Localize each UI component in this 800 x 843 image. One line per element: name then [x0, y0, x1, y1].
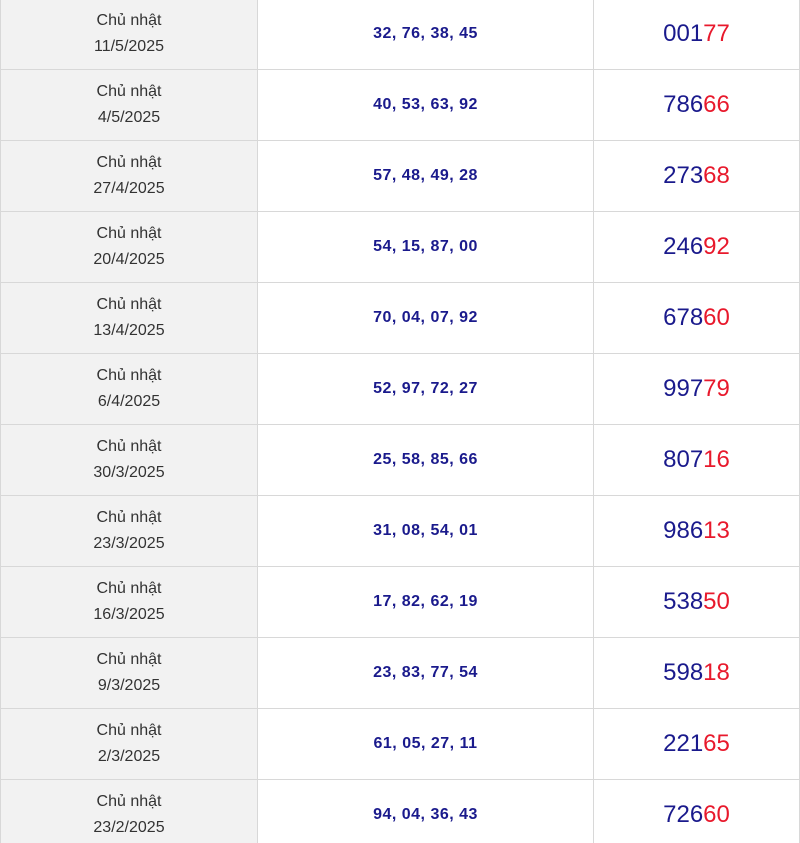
special-prize-head: 001 — [663, 20, 704, 47]
draw-date: 4/5/2025 — [97, 109, 161, 126]
table-row: Chủ nhật 20/4/2025 54, 15, 87, 00 24692 — [0, 211, 800, 283]
date-cell: Chủ nhật 9/3/2025 — [0, 637, 258, 709]
special-prize-tail: 66 — [703, 91, 730, 118]
draw-date: 9/3/2025 — [97, 677, 161, 694]
special-prize-cell: 24692 — [593, 211, 800, 283]
table-row: Chủ nhật 6/4/2025 52, 97, 72, 27 99779 — [0, 353, 800, 425]
special-prize-head: 986 — [663, 517, 704, 544]
special-prize-tail: 79 — [703, 375, 730, 402]
special-prize-cell: 98613 — [593, 495, 800, 567]
special-prize-head: 246 — [663, 233, 704, 260]
special-prize-cell: 27368 — [593, 140, 800, 212]
weekday-label: Chủ nhật — [96, 722, 162, 739]
special-prize-tail: 16 — [703, 446, 730, 473]
table-row: Chủ nhật 13/4/2025 70, 04, 07, 92 67860 — [0, 282, 800, 354]
special-prize-cell: 80716 — [593, 424, 800, 496]
draw-date: 13/4/2025 — [93, 322, 165, 339]
draw-date: 2/3/2025 — [97, 748, 161, 765]
special-prize-head: 997 — [663, 375, 704, 402]
weekday-label: Chủ nhật — [96, 83, 162, 100]
date-cell: Chủ nhật 27/4/2025 — [0, 140, 258, 212]
special-prize-tail: 13 — [703, 517, 730, 544]
results-table-wrapper: Chủ nhật 11/5/2025 32, 76, 38, 45 00177 … — [0, 0, 800, 843]
weekday-label: Chủ nhật — [96, 367, 162, 384]
numbers-cell: 23, 83, 77, 54 — [257, 637, 594, 709]
date-cell: Chủ nhật 16/3/2025 — [0, 566, 258, 638]
date-cell: Chủ nhật 4/5/2025 — [0, 69, 258, 141]
special-prize-tail: 18 — [703, 659, 730, 686]
special-prize-tail: 60 — [703, 801, 730, 828]
table-row: Chủ nhật 30/3/2025 25, 58, 85, 66 80716 — [0, 424, 800, 496]
numbers-cell: 31, 08, 54, 01 — [257, 495, 594, 567]
special-prize-cell: 00177 — [593, 0, 800, 70]
numbers-cell: 94, 04, 36, 43 — [257, 779, 594, 843]
special-prize-cell: 22165 — [593, 708, 800, 780]
special-prize-head: 786 — [663, 91, 704, 118]
special-prize-head: 678 — [663, 304, 704, 331]
special-prize-tail: 50 — [703, 588, 730, 615]
draw-date: 11/5/2025 — [94, 38, 164, 55]
weekday-label: Chủ nhật — [96, 438, 162, 455]
special-prize-head: 538 — [663, 588, 704, 615]
weekday-label: Chủ nhật — [96, 12, 162, 29]
special-prize-tail: 60 — [703, 304, 730, 331]
numbers-cell: 54, 15, 87, 00 — [257, 211, 594, 283]
weekday-label: Chủ nhật — [96, 651, 162, 668]
weekday-label: Chủ nhật — [96, 154, 162, 171]
date-cell: Chủ nhật 6/4/2025 — [0, 353, 258, 425]
date-cell: Chủ nhật 13/4/2025 — [0, 282, 258, 354]
table-row: Chủ nhật 2/3/2025 61, 05, 27, 11 22165 — [0, 708, 800, 780]
special-prize-head: 598 — [663, 659, 704, 686]
results-table-body: Chủ nhật 11/5/2025 32, 76, 38, 45 00177 … — [0, 0, 800, 843]
special-prize-tail: 68 — [703, 162, 730, 189]
table-row: Chủ nhật 4/5/2025 40, 53, 63, 92 78666 — [0, 69, 800, 141]
numbers-cell: 25, 58, 85, 66 — [257, 424, 594, 496]
lottery-results-table: Chủ nhật 11/5/2025 32, 76, 38, 45 00177 … — [0, 0, 800, 843]
weekday-label: Chủ nhật — [96, 509, 162, 526]
weekday-label: Chủ nhật — [96, 580, 162, 597]
date-cell: Chủ nhật 2/3/2025 — [0, 708, 258, 780]
table-row: Chủ nhật 23/2/2025 94, 04, 36, 43 72660 — [0, 779, 800, 843]
special-prize-cell: 78666 — [593, 69, 800, 141]
draw-date: 20/4/2025 — [93, 251, 165, 268]
numbers-cell: 17, 82, 62, 19 — [257, 566, 594, 638]
special-prize-tail: 77 — [703, 20, 730, 47]
date-cell: Chủ nhật 23/2/2025 — [0, 779, 258, 843]
special-prize-head: 273 — [663, 162, 704, 189]
numbers-cell: 57, 48, 49, 28 — [257, 140, 594, 212]
special-prize-cell: 99779 — [593, 353, 800, 425]
numbers-cell: 32, 76, 38, 45 — [257, 0, 594, 70]
numbers-cell: 52, 97, 72, 27 — [257, 353, 594, 425]
draw-date: 16/3/2025 — [93, 606, 165, 623]
draw-date: 6/4/2025 — [97, 393, 161, 410]
weekday-label: Chủ nhật — [96, 296, 162, 313]
special-prize-tail: 65 — [703, 730, 730, 757]
special-prize-cell: 67860 — [593, 282, 800, 354]
table-row: Chủ nhật 16/3/2025 17, 82, 62, 19 53850 — [0, 566, 800, 638]
date-cell: Chủ nhật 30/3/2025 — [0, 424, 258, 496]
weekday-label: Chủ nhật — [96, 793, 162, 810]
special-prize-cell: 72660 — [593, 779, 800, 843]
special-prize-tail: 92 — [703, 233, 730, 260]
draw-date: 30/3/2025 — [93, 464, 165, 481]
draw-date: 27/4/2025 — [93, 180, 165, 197]
special-prize-cell: 59818 — [593, 637, 800, 709]
date-cell: Chủ nhật 23/3/2025 — [0, 495, 258, 567]
date-cell: Chủ nhật 20/4/2025 — [0, 211, 258, 283]
draw-date: 23/2/2025 — [93, 819, 165, 836]
draw-date: 23/3/2025 — [93, 535, 165, 552]
numbers-cell: 70, 04, 07, 92 — [257, 282, 594, 354]
numbers-cell: 40, 53, 63, 92 — [257, 69, 594, 141]
special-prize-head: 807 — [663, 446, 704, 473]
date-cell: Chủ nhật 11/5/2025 — [0, 0, 258, 70]
numbers-cell: 61, 05, 27, 11 — [257, 708, 594, 780]
table-row: Chủ nhật 23/3/2025 31, 08, 54, 01 98613 — [0, 495, 800, 567]
table-row: Chủ nhật 27/4/2025 57, 48, 49, 28 27368 — [0, 140, 800, 212]
table-row: Chủ nhật 9/3/2025 23, 83, 77, 54 59818 — [0, 637, 800, 709]
weekday-label: Chủ nhật — [96, 225, 162, 242]
table-row: Chủ nhật 11/5/2025 32, 76, 38, 45 00177 — [0, 0, 800, 70]
special-prize-head: 726 — [663, 801, 704, 828]
special-prize-head: 221 — [663, 730, 704, 757]
special-prize-cell: 53850 — [593, 566, 800, 638]
